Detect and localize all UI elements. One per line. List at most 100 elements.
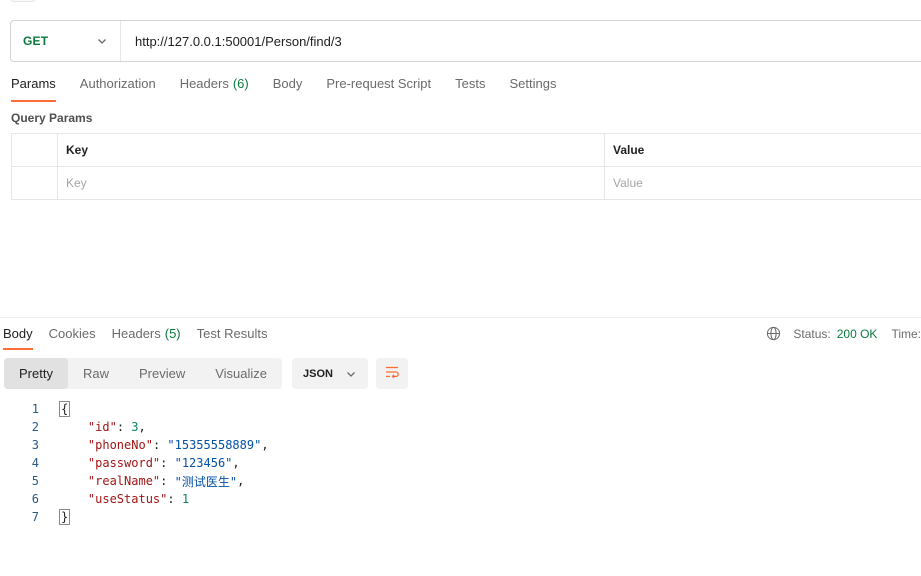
time-label: Time: <box>891 326 921 341</box>
chevron-down-icon <box>96 35 108 47</box>
tab-response-headers[interactable]: Headers (5) <box>112 326 181 350</box>
code-line: 4 "password": "123456", <box>0 454 921 472</box>
tab-cookies[interactable]: Cookies <box>49 326 96 350</box>
tab-label: Tests <box>455 76 486 91</box>
value-cell <box>604 166 921 200</box>
code-line: 5 "realName": "测试医生", <box>0 472 921 490</box>
json-value: "123456" <box>174 456 233 470</box>
request-tabs: Params Authorization Headers (6) Body Pre… <box>11 76 580 102</box>
param-value-input[interactable] <box>613 176 921 190</box>
key-column-header: Key <box>57 133 605 167</box>
json-value: "测试医生" <box>174 474 238 489</box>
code-line: 6 "useStatus": 1 <box>0 490 921 508</box>
tab-settings[interactable]: Settings <box>509 76 556 102</box>
code-line: 1{ <box>0 400 921 418</box>
code-line: 7} <box>0 508 921 526</box>
method-label: GET <box>23 34 49 48</box>
tab-label: Params <box>11 76 56 91</box>
json-value: 1 <box>181 492 190 506</box>
key-cell <box>57 166 605 200</box>
line-number: 2 <box>31 420 39 434</box>
globe-icon[interactable] <box>766 326 781 341</box>
json-separator: : <box>167 492 182 506</box>
line-number: 6 <box>31 492 39 506</box>
visualize-button[interactable]: Visualize <box>200 358 282 389</box>
format-dropdown[interactable]: JSON <box>292 358 368 389</box>
preview-button[interactable]: Preview <box>124 358 200 389</box>
tab-body[interactable]: Body <box>273 76 303 102</box>
json-separator: : <box>160 474 175 488</box>
line-number: 5 <box>31 474 39 488</box>
query-params-table: Key Value <box>11 133 921 200</box>
status-badge[interactable]: 200 OK <box>837 327 878 341</box>
format-label: JSON <box>303 367 333 380</box>
response-status-bar: Status: 200 OK Time: <box>766 326 921 341</box>
tab-label: Headers <box>111 326 161 341</box>
table-row <box>11 166 921 200</box>
line-number: 1 <box>31 402 39 416</box>
json-key: "realName" <box>87 474 161 488</box>
tab-test-results[interactable]: Test Results <box>197 326 268 350</box>
line-number: 4 <box>31 456 39 470</box>
row-checkbox-cell <box>11 166 58 200</box>
value-column-header: Value <box>604 133 921 167</box>
json-key: "useStatus" <box>87 492 168 506</box>
json-comma: , <box>261 438 269 452</box>
json-separator: : <box>160 456 175 470</box>
table-header-row: Key Value <box>11 133 921 167</box>
json-key: "id" <box>87 420 117 434</box>
json-separator: : <box>116 420 132 434</box>
code-line: 3 "phoneNo": "15355558889", <box>0 436 921 454</box>
url-input[interactable] <box>121 21 921 61</box>
tab-label: Authorization <box>79 76 156 91</box>
json-comma: , <box>232 456 240 470</box>
tab-count: (6) <box>232 76 249 91</box>
tab-tests[interactable]: Tests <box>455 76 485 102</box>
method-selector[interactable]: GET <box>11 21 121 61</box>
json-key: "password" <box>87 456 161 470</box>
raw-button[interactable]: Raw <box>68 358 124 389</box>
tab-label: Pre-request Script <box>326 76 432 91</box>
code-line: 2 "id": 3, <box>0 418 921 436</box>
wrap-lines-button[interactable] <box>376 358 408 389</box>
response-divider[interactable] <box>0 317 921 318</box>
tab-pre-request-script[interactable]: Pre-request Script <box>326 76 431 102</box>
tab-authorization[interactable]: Authorization <box>80 76 156 102</box>
json-comma: , <box>237 474 245 488</box>
tab-headers[interactable]: Headers (6) <box>180 76 249 102</box>
json-separator: : <box>152 438 168 452</box>
tab-label: Body <box>3 326 33 341</box>
tab-label: Cookies <box>48 326 96 341</box>
open-brace: { <box>59 401 71 417</box>
response-code-viewer[interactable]: 1{2 "id": 3,3 "phoneNo": "15355558889", 4… <box>0 400 921 526</box>
tab-label: Body <box>272 76 303 91</box>
previous-tab-stub <box>10 0 36 2</box>
request-url-bar: GET <box>10 20 921 62</box>
tab-count: (5) <box>164 326 181 341</box>
param-key-input[interactable] <box>66 176 596 190</box>
wrap-lines-icon <box>384 364 400 383</box>
json-key: "phoneNo" <box>87 438 153 452</box>
json-value: "15355558889" <box>167 438 262 452</box>
tab-response-body[interactable]: Body <box>3 326 33 350</box>
json-comma: , <box>138 420 146 434</box>
body-view-modes: Pretty Raw Preview Visualize <box>4 358 283 389</box>
checkbox-column-header <box>11 133 58 167</box>
tab-label: Headers <box>179 76 229 91</box>
tab-label: Settings <box>509 76 557 91</box>
line-number: 3 <box>31 438 39 452</box>
pretty-button[interactable]: Pretty <box>4 358 68 389</box>
tab-params[interactable]: Params <box>11 76 56 102</box>
chevron-down-icon <box>345 368 357 380</box>
status-label: Status: <box>793 326 831 341</box>
json-value: 3 <box>131 420 139 434</box>
tab-label: Test Results <box>196 326 268 341</box>
line-number: 7 <box>31 510 39 524</box>
close-brace: } <box>59 509 71 525</box>
query-params-title: Query Params <box>11 111 93 125</box>
